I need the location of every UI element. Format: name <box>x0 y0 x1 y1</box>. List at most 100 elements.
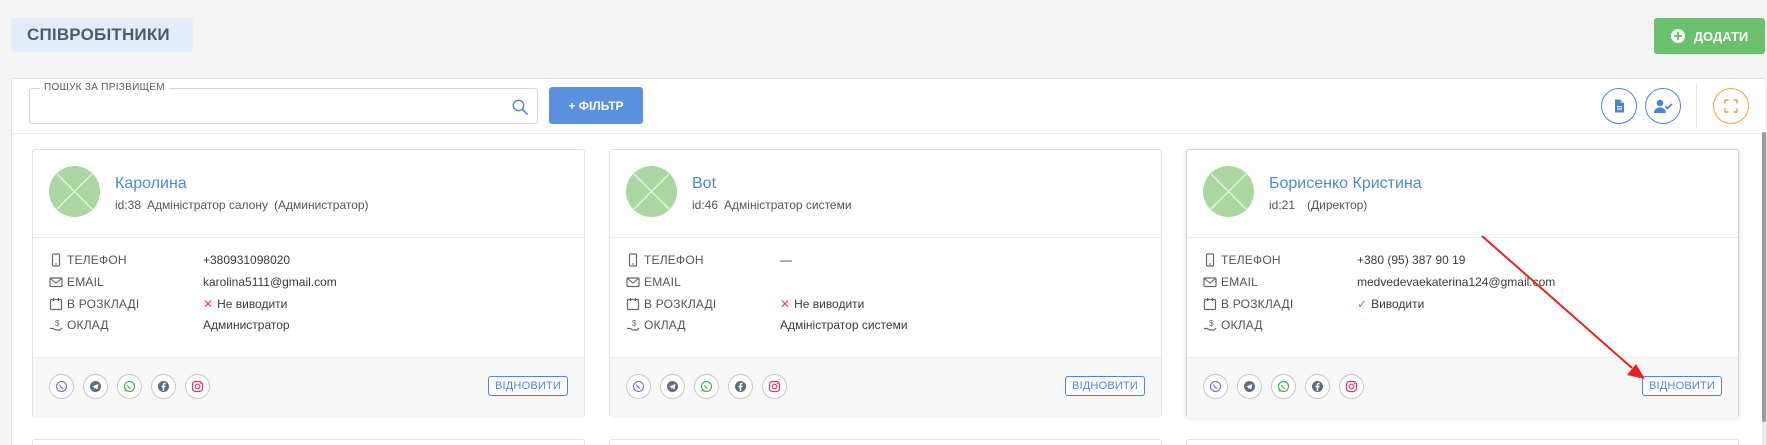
schedule-row: В РОЗКЛАДІ ✕ Не виводити <box>626 295 1146 313</box>
employee-name[interactable]: Борисенко Кристина <box>1269 175 1422 193</box>
instagram-icon[interactable] <box>762 374 787 399</box>
whatsapp-icon[interactable] <box>1271 374 1296 399</box>
schedule-label: В РОЗКЛАДІ <box>644 297 717 311</box>
facebook-icon[interactable] <box>1305 374 1330 399</box>
email-row: EMAIL <box>626 273 1146 291</box>
phone-icon <box>51 253 61 267</box>
export-document-button[interactable] <box>1601 88 1637 124</box>
instagram-icon[interactable] <box>185 374 210 399</box>
restore-button[interactable]: ВІДНОВИТИ <box>487 376 568 396</box>
cross-icon: ✕ <box>203 297 214 311</box>
email-value: karolina5111@gmail.com <box>203 275 337 289</box>
email-label: EMAIL <box>644 275 682 289</box>
expand-icon <box>1724 99 1738 113</box>
phone-icon <box>628 253 638 267</box>
instagram-icon[interactable] <box>1339 374 1364 399</box>
card-details: ТЕЛЕФОН +380931098020 EMAIL karolina5111… <box>33 239 584 356</box>
employee-meta: id:46 Адміністратор системи <box>692 198 852 212</box>
card-footer: ВІДНОВИТИ <box>33 357 584 418</box>
search-label: ПОШУК ЗА ПРІЗВИЩЕМ <box>40 82 169 93</box>
search-icon[interactable] <box>511 98 529 116</box>
telegram-icon[interactable] <box>83 374 108 399</box>
envelope-icon <box>626 277 640 288</box>
search-input[interactable] <box>30 89 537 123</box>
telegram-icon[interactable] <box>660 374 685 399</box>
email-label: EMAIL <box>1221 275 1259 289</box>
employee-name[interactable]: Каролина <box>115 175 187 193</box>
svg-text:$: $ <box>1209 319 1214 328</box>
restore-button[interactable]: ВІДНОВИТИ <box>1064 376 1145 396</box>
phone-value: +380931098020 <box>203 253 291 267</box>
scrollbar[interactable] <box>1762 132 1766 445</box>
salary-label: ОКЛАД <box>644 318 686 332</box>
employee-card: Каролина id:38 Адміністратор салону (Админ… <box>32 149 585 418</box>
phone-label: ТЕЛЕФОН <box>67 253 127 267</box>
toolbar: ПОШУК ЗА ПРІЗВИЩЕМ + ФІЛЬТР <box>12 79 1766 134</box>
employee-id: id:21 <box>1269 198 1296 212</box>
telegram-icon[interactable] <box>1237 374 1262 399</box>
phone-label: ТЕЛЕФОН <box>1221 253 1281 267</box>
card-details: ТЕЛЕФОН +380 (95) 387 90 19 EMAIL medved… <box>1187 239 1738 356</box>
salary-value: Администратор <box>203 318 290 332</box>
cross-icon: ✕ <box>780 297 791 311</box>
schedule-value: ✓ Виводити <box>1357 297 1424 311</box>
email-row: EMAIL medvedevaekaterina124@gmail.com <box>1203 273 1723 291</box>
schedule-value: ✕ Не виводити <box>780 297 864 311</box>
avatar <box>1203 166 1254 217</box>
employee-card-partial <box>609 439 1162 445</box>
user-check-icon <box>1654 99 1673 113</box>
card-header: Каролина id:38 Адміністратор салону (Админ… <box>33 150 584 238</box>
fullscreen-button[interactable] <box>1713 88 1749 124</box>
svg-text:$: $ <box>55 319 60 328</box>
salary-label: ОКЛАД <box>1221 318 1263 332</box>
envelope-icon <box>49 277 63 288</box>
email-value: medvedevaekaterina124@gmail.com <box>1357 275 1556 289</box>
employee-name[interactable]: Bot <box>692 175 716 193</box>
calendar-icon <box>626 298 640 311</box>
phone-value: — <box>780 253 792 267</box>
restore-button[interactable]: ВІДНОВИТИ <box>1641 376 1722 396</box>
employees-panel: ПОШУК ЗА ПРІЗВИЩЕМ + ФІЛЬТР Каролина id:… <box>11 78 1767 445</box>
whatsapp-icon[interactable] <box>694 374 719 399</box>
employee-card: Bot id:46 Адміністратор системи ТЕЛЕФОН —… <box>609 149 1162 418</box>
employee-role: (Администратор) <box>273 198 369 212</box>
salary-hand-icon: $ <box>50 319 63 331</box>
card-header: Борисенко Кристина id:21 (Директор) <box>1187 150 1738 238</box>
facebook-icon[interactable] <box>728 374 753 399</box>
phone-icon <box>1205 253 1215 267</box>
email-row: EMAIL karolina5111@gmail.com <box>49 273 569 291</box>
employee-card-partial <box>32 439 585 445</box>
envelope-icon <box>1203 277 1217 288</box>
svg-text:$: $ <box>632 319 637 328</box>
card-footer: ВІДНОВИТИ <box>1187 357 1738 418</box>
salary-hand-icon: $ <box>1204 319 1217 331</box>
search-field[interactable]: ПОШУК ЗА ПРІЗВИЩЕМ <box>29 82 538 124</box>
viber-icon[interactable] <box>1203 374 1228 399</box>
facebook-icon[interactable] <box>151 374 176 399</box>
calendar-icon <box>49 298 63 311</box>
employee-card: Борисенко Кристина id:21 (Директор) ТЕЛЕФ… <box>1186 149 1739 418</box>
plus-circle-icon <box>1670 29 1685 43</box>
card-details: ТЕЛЕФОН — EMAIL В РОЗКЛАДІ ✕ Не виводити … <box>610 239 1161 356</box>
page-title: СПІВРОБІТНИКИ <box>11 18 193 52</box>
card-footer: ВІДНОВИТИ <box>610 357 1161 418</box>
scrollbar-thumb[interactable] <box>1762 132 1766 422</box>
document-icon <box>1615 99 1624 113</box>
employee-position: Адміністратор салону <box>147 198 268 212</box>
user-check-button[interactable] <box>1645 88 1681 124</box>
viber-icon[interactable] <box>626 374 651 399</box>
salary-row: $ ОКЛАД <box>1203 316 1723 334</box>
whatsapp-icon[interactable] <box>117 374 142 399</box>
phone-row: ТЕЛЕФОН +380 (95) 387 90 19 <box>1203 251 1723 269</box>
add-button-label: ДОДАТИ <box>1693 28 1749 44</box>
phone-row: ТЕЛЕФОН — <box>626 251 1146 269</box>
viber-icon[interactable] <box>49 374 74 399</box>
add-employee-button[interactable]: ДОДАТИ <box>1654 18 1765 54</box>
employee-meta: id:38 Адміністратор салону (Администратор) <box>115 198 369 212</box>
schedule-status: Виводити <box>1371 297 1425 311</box>
schedule-label: В РОЗКЛАДІ <box>67 297 140 311</box>
avatar <box>626 166 677 217</box>
employee-card-partial <box>1186 439 1739 445</box>
filter-button[interactable]: + ФІЛЬТР <box>549 87 643 124</box>
employee-id: id:38 <box>115 198 142 212</box>
